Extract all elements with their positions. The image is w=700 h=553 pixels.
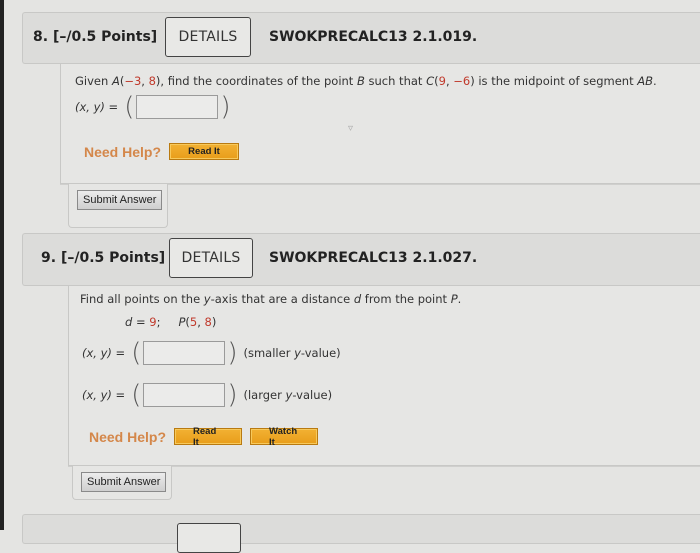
question-9-given-values: d = 9; P(5, 8) xyxy=(125,315,217,329)
details-button[interactable]: DETAILS xyxy=(165,17,251,57)
need-help-label: Need Help? xyxy=(89,428,167,445)
answer-label: (x, y) = xyxy=(75,100,119,114)
question-10-header xyxy=(22,514,700,553)
need-help-row: Need Help? Read It Watch It xyxy=(89,426,326,448)
screen-bezel-edge xyxy=(0,0,4,530)
answer-input-smaller[interactable] xyxy=(143,341,226,365)
details-button[interactable]: DETAILS xyxy=(169,238,253,278)
question-8-prompt: Given A(−3, 8), find the coordinates of … xyxy=(75,74,657,88)
answer-input[interactable] xyxy=(136,95,219,119)
question-points: [–/0.5 Points] xyxy=(60,250,166,266)
question-number: 9. xyxy=(41,250,57,266)
need-help-label: Need Help? xyxy=(84,143,162,160)
open-paren: ( xyxy=(131,338,142,368)
submit-answer-button[interactable]: Submit Answer xyxy=(77,190,163,210)
submit-container: Submit Answer xyxy=(68,184,168,228)
answer-row-smaller: (x, y) = ( ) (smaller y-value) xyxy=(82,340,341,366)
question-9-header: 9. [–/0.5 Points] DETAILS SWOKPRECALC13 … xyxy=(22,233,700,286)
question-number: 8. xyxy=(33,29,49,45)
close-paren: ) xyxy=(227,338,238,368)
close-paren: ) xyxy=(227,380,238,410)
read-it-button[interactable]: Read It xyxy=(174,426,243,448)
watch-it-button[interactable]: Watch It xyxy=(250,426,319,448)
answer-hint: (larger y-value) xyxy=(243,388,333,402)
question-code: SWOKPRECALC13 2.1.019. xyxy=(269,29,478,45)
cursor-mark-icon: ▿ xyxy=(348,123,354,134)
answer-label: (x, y) = xyxy=(82,388,126,402)
question-points: [–/0.5 Points] xyxy=(52,29,158,45)
open-paren: ( xyxy=(131,380,142,410)
answer-row: (x, y) = ( ) xyxy=(75,94,233,120)
answer-label: (x, y) = xyxy=(82,346,126,360)
open-paren: ( xyxy=(124,92,135,122)
read-it-button[interactable]: Read It xyxy=(169,143,240,160)
details-button-partial[interactable] xyxy=(177,523,241,553)
question-code: SWOKPRECALC13 2.1.027. xyxy=(269,250,478,266)
close-paren: ) xyxy=(220,92,231,122)
question-9-prompt: Find all points on the y-axis that are a… xyxy=(80,292,462,306)
question-8-header: 8. [–/0.5 Points] DETAILS SWOKPRECALC13 … xyxy=(22,12,700,64)
answer-row-larger: (x, y) = ( ) (larger y-value) xyxy=(82,382,332,408)
submit-container: Submit Answer xyxy=(72,466,172,500)
question-9-number-points: 9. [–/0.5 Points] xyxy=(41,250,165,266)
answer-input-larger[interactable] xyxy=(143,383,226,407)
question-8-number-points: 8. [–/0.5 Points] xyxy=(33,29,157,45)
submit-answer-button[interactable]: Submit Answer xyxy=(81,472,167,492)
answer-hint: (smaller y-value) xyxy=(243,346,341,360)
need-help-row: Need Help? Read It xyxy=(84,143,247,160)
